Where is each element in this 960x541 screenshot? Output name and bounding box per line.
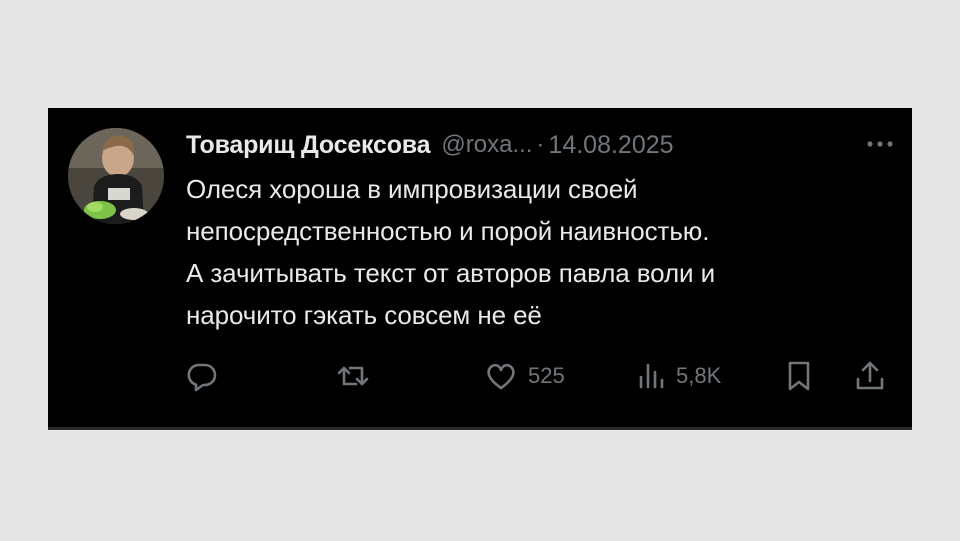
avatar[interactable] [68, 128, 164, 224]
like-count: 525 [528, 363, 565, 388]
tweet-card[interactable]: Товарищ Досексова @roxa... · 14.08.2025 … [48, 108, 912, 430]
bookmark-icon [788, 361, 810, 391]
heart-icon [487, 363, 515, 390]
tweet-actions: 525 5,8K [186, 356, 898, 396]
share-icon [856, 361, 884, 390]
reply-button[interactable] [186, 356, 228, 396]
views-button[interactable]: 5,8K [636, 356, 721, 396]
bookmark-button[interactable] [784, 356, 814, 396]
retweet-button[interactable] [336, 356, 380, 396]
header-separator: · [536, 131, 545, 158]
tweet-text-line: Олеся хороша в импровизации своей [186, 174, 638, 204]
more-options-icon[interactable] [862, 132, 898, 156]
tweet-text-line: непосредственностью и порой наивностью. [186, 216, 710, 246]
views-icon [639, 363, 664, 389]
tweet-text: Олеся хороша в импровизации своей непоср… [186, 168, 898, 336]
tweet-text-line: нарочито гэкать совсем не её [186, 300, 542, 330]
tweet-header: Товарищ Досексова @roxa... · 14.08.2025 [186, 128, 674, 162]
tweet-text-line: А зачитывать текст от авторов павла воли… [186, 258, 716, 288]
share-button[interactable] [854, 356, 886, 396]
tweet-date[interactable]: 14.08.2025 [548, 131, 673, 160]
reply-icon [187, 363, 217, 392]
user-avatar-photo-icon [68, 128, 164, 224]
author-name[interactable]: Товарищ Досексова [186, 131, 431, 160]
retweet-icon [337, 366, 369, 386]
views-count: 5,8K [676, 363, 722, 388]
author-handle[interactable]: @roxa... [441, 131, 532, 159]
like-button[interactable]: 525 [484, 356, 565, 396]
